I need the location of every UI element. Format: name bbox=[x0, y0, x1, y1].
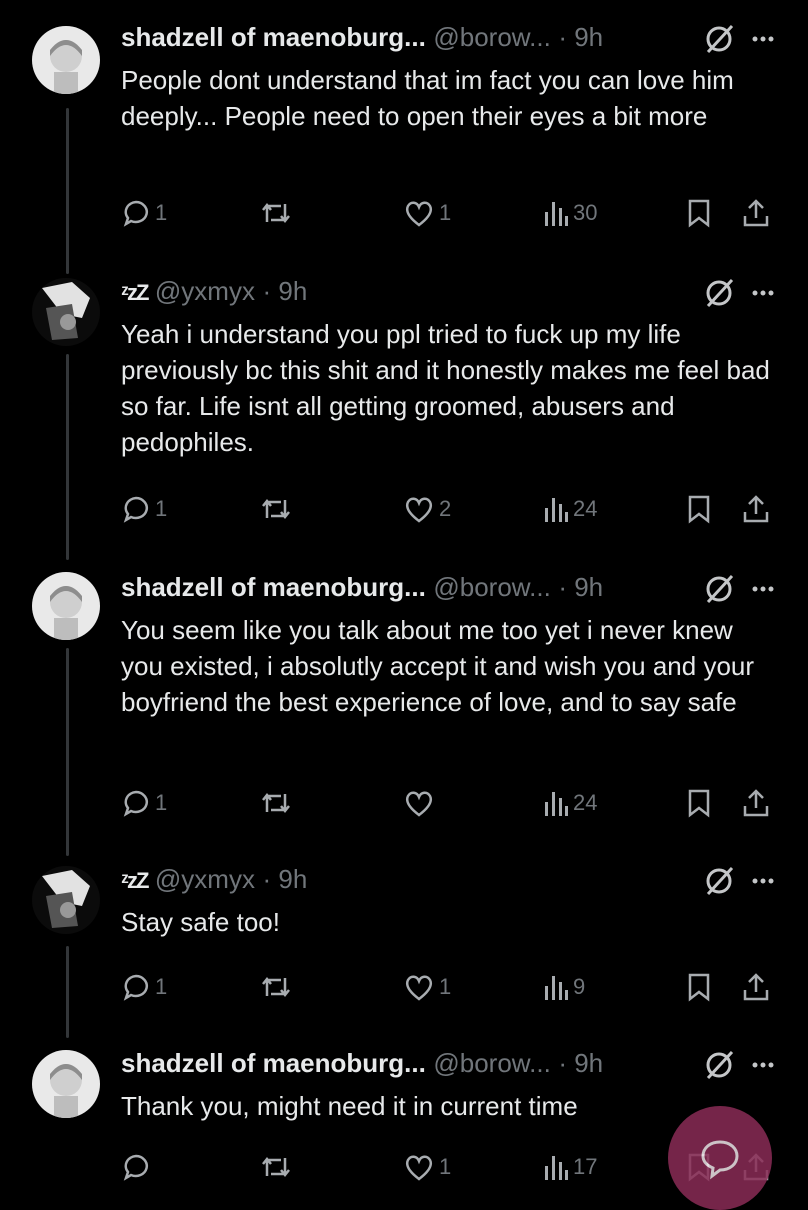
views-icon bbox=[543, 972, 569, 1002]
bookmark-icon bbox=[686, 972, 712, 1002]
like-button[interactable]: 1 bbox=[403, 1152, 451, 1182]
share-icon bbox=[741, 972, 771, 1002]
bookmark-icon bbox=[686, 788, 712, 818]
more-icon[interactable] bbox=[752, 36, 774, 42]
repost-button[interactable] bbox=[259, 788, 297, 818]
tweet-text: Thank you, might need it in current time bbox=[121, 1091, 578, 1121]
grok-icon[interactable] bbox=[702, 276, 736, 310]
timestamp[interactable]: · 9h bbox=[558, 572, 603, 602]
timestamp[interactable]: · 9h bbox=[558, 1048, 603, 1078]
timestamp[interactable]: · 9h bbox=[262, 276, 307, 306]
tweet-text: Yeah i understand you ppl tried to fuck … bbox=[121, 319, 770, 457]
avatar[interactable] bbox=[32, 572, 100, 640]
display-name[interactable]: shadzell of maenoburg... bbox=[121, 572, 426, 602]
more-icon[interactable] bbox=[752, 290, 774, 296]
timestamp[interactable]: · 9h bbox=[558, 22, 603, 52]
like-icon bbox=[403, 972, 435, 1002]
bookmark-button[interactable] bbox=[686, 198, 712, 228]
avatar[interactable] bbox=[32, 278, 100, 346]
reply-icon bbox=[121, 1152, 151, 1182]
bookmark-button[interactable] bbox=[686, 494, 712, 524]
like-button[interactable]: 1 bbox=[403, 972, 451, 1002]
thread-line bbox=[66, 354, 69, 560]
timestamp[interactable]: · 9h bbox=[262, 864, 307, 894]
views-button[interactable]: 30 bbox=[543, 198, 597, 228]
thread-line bbox=[66, 946, 69, 1038]
like-icon bbox=[403, 788, 435, 818]
grok-icon[interactable] bbox=[702, 1048, 736, 1082]
repost-button[interactable] bbox=[259, 1152, 297, 1182]
more-icon[interactable] bbox=[752, 586, 774, 592]
reply-button[interactable]: 1 bbox=[121, 494, 167, 524]
reply-icon bbox=[121, 494, 151, 524]
repost-icon bbox=[259, 494, 293, 524]
repost-button[interactable] bbox=[259, 972, 297, 1002]
display-name[interactable]: ᶻzZ bbox=[121, 280, 149, 305]
reply-icon bbox=[121, 198, 151, 228]
tweet-text: Stay safe too! bbox=[121, 907, 280, 937]
views-button[interactable]: 17 bbox=[543, 1152, 597, 1182]
grok-icon[interactable] bbox=[702, 22, 736, 56]
views-icon bbox=[543, 198, 569, 228]
reply-button[interactable]: 1 bbox=[121, 972, 167, 1002]
compose-fab-icon bbox=[698, 1136, 742, 1185]
like-icon bbox=[403, 494, 435, 524]
more-icon[interactable] bbox=[752, 1062, 774, 1068]
views-button[interactable]: 24 bbox=[543, 788, 597, 818]
repost-icon bbox=[259, 788, 293, 818]
bookmark-icon bbox=[686, 494, 712, 524]
handle[interactable]: @borow... bbox=[433, 1048, 550, 1078]
handle[interactable]: @borow... bbox=[433, 572, 550, 602]
repost-icon bbox=[259, 1152, 293, 1182]
bookmark-button[interactable] bbox=[686, 788, 712, 818]
share-icon bbox=[741, 788, 771, 818]
views-icon bbox=[543, 1152, 569, 1182]
bookmark-button[interactable] bbox=[686, 972, 712, 1002]
thread-line bbox=[66, 648, 69, 856]
avatar[interactable] bbox=[32, 26, 100, 94]
tweet-text: People dont understand that im fact you … bbox=[121, 65, 734, 131]
like-button[interactable]: 1 bbox=[403, 198, 451, 228]
bookmark-icon bbox=[686, 198, 712, 228]
reply-icon bbox=[121, 788, 151, 818]
grok-icon[interactable] bbox=[702, 864, 736, 898]
handle[interactable]: @yxmyx bbox=[155, 276, 255, 306]
reply-button[interactable] bbox=[121, 1152, 155, 1182]
repost-icon bbox=[259, 972, 293, 1002]
repost-icon bbox=[259, 198, 293, 228]
grok-icon[interactable] bbox=[702, 572, 736, 606]
like-icon bbox=[403, 198, 435, 228]
views-icon bbox=[543, 494, 569, 524]
display-name[interactable]: ᶻzZ bbox=[121, 868, 149, 893]
views-button[interactable]: 24 bbox=[543, 494, 597, 524]
repost-button[interactable] bbox=[259, 494, 297, 524]
reply-button[interactable]: 1 bbox=[121, 788, 167, 818]
avatar[interactable] bbox=[32, 1050, 100, 1118]
share-button[interactable] bbox=[741, 788, 771, 818]
like-button[interactable]: 2 bbox=[403, 494, 451, 524]
thread-line bbox=[66, 108, 69, 274]
like-icon bbox=[403, 1152, 435, 1182]
repost-button[interactable] bbox=[259, 198, 297, 228]
share-button[interactable] bbox=[741, 972, 771, 1002]
like-button[interactable] bbox=[403, 788, 439, 818]
avatar[interactable] bbox=[32, 866, 100, 934]
share-button[interactable] bbox=[741, 494, 771, 524]
views-button[interactable]: 9 bbox=[543, 972, 585, 1002]
views-icon bbox=[543, 788, 569, 818]
compose-fab-button[interactable] bbox=[668, 1106, 772, 1210]
tweet-text: You seem like you talk about me too yet … bbox=[121, 615, 755, 717]
reply-button[interactable]: 1 bbox=[121, 198, 167, 228]
handle[interactable]: @borow... bbox=[433, 22, 550, 52]
share-icon bbox=[741, 198, 771, 228]
share-button[interactable] bbox=[741, 198, 771, 228]
display-name[interactable]: shadzell of maenoburg... bbox=[121, 22, 426, 52]
more-icon[interactable] bbox=[752, 878, 774, 884]
share-icon bbox=[741, 494, 771, 524]
reply-icon bbox=[121, 972, 151, 1002]
handle[interactable]: @yxmyx bbox=[155, 864, 255, 894]
display-name[interactable]: shadzell of maenoburg... bbox=[121, 1048, 426, 1078]
